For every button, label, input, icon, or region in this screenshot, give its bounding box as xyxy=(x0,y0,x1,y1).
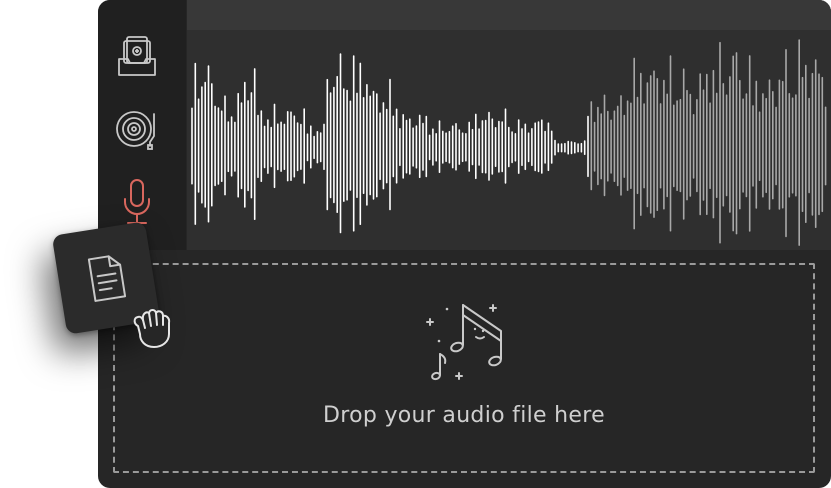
grab-hand-icon xyxy=(133,309,171,348)
cassette-box-icon xyxy=(118,36,156,76)
document-icon xyxy=(87,255,127,302)
sidebar-item-turntable[interactable] xyxy=(112,104,162,154)
music-notes-icon xyxy=(426,304,502,381)
drop-zone-label: Drop your audio file here xyxy=(323,403,605,428)
audio-drop-zone[interactable]: Drop your audio file here xyxy=(113,263,815,473)
audio-waveform[interactable] xyxy=(187,0,831,250)
sidebar-item-record-box[interactable] xyxy=(112,32,162,82)
waveform-panel[interactable] xyxy=(187,0,831,250)
turntable-icon xyxy=(116,111,155,150)
audio-app-window: Drop your audio file here xyxy=(98,0,831,488)
sidebar xyxy=(98,0,186,250)
sidebar-item-microphone[interactable] xyxy=(112,176,162,226)
microphone-icon xyxy=(124,179,150,224)
